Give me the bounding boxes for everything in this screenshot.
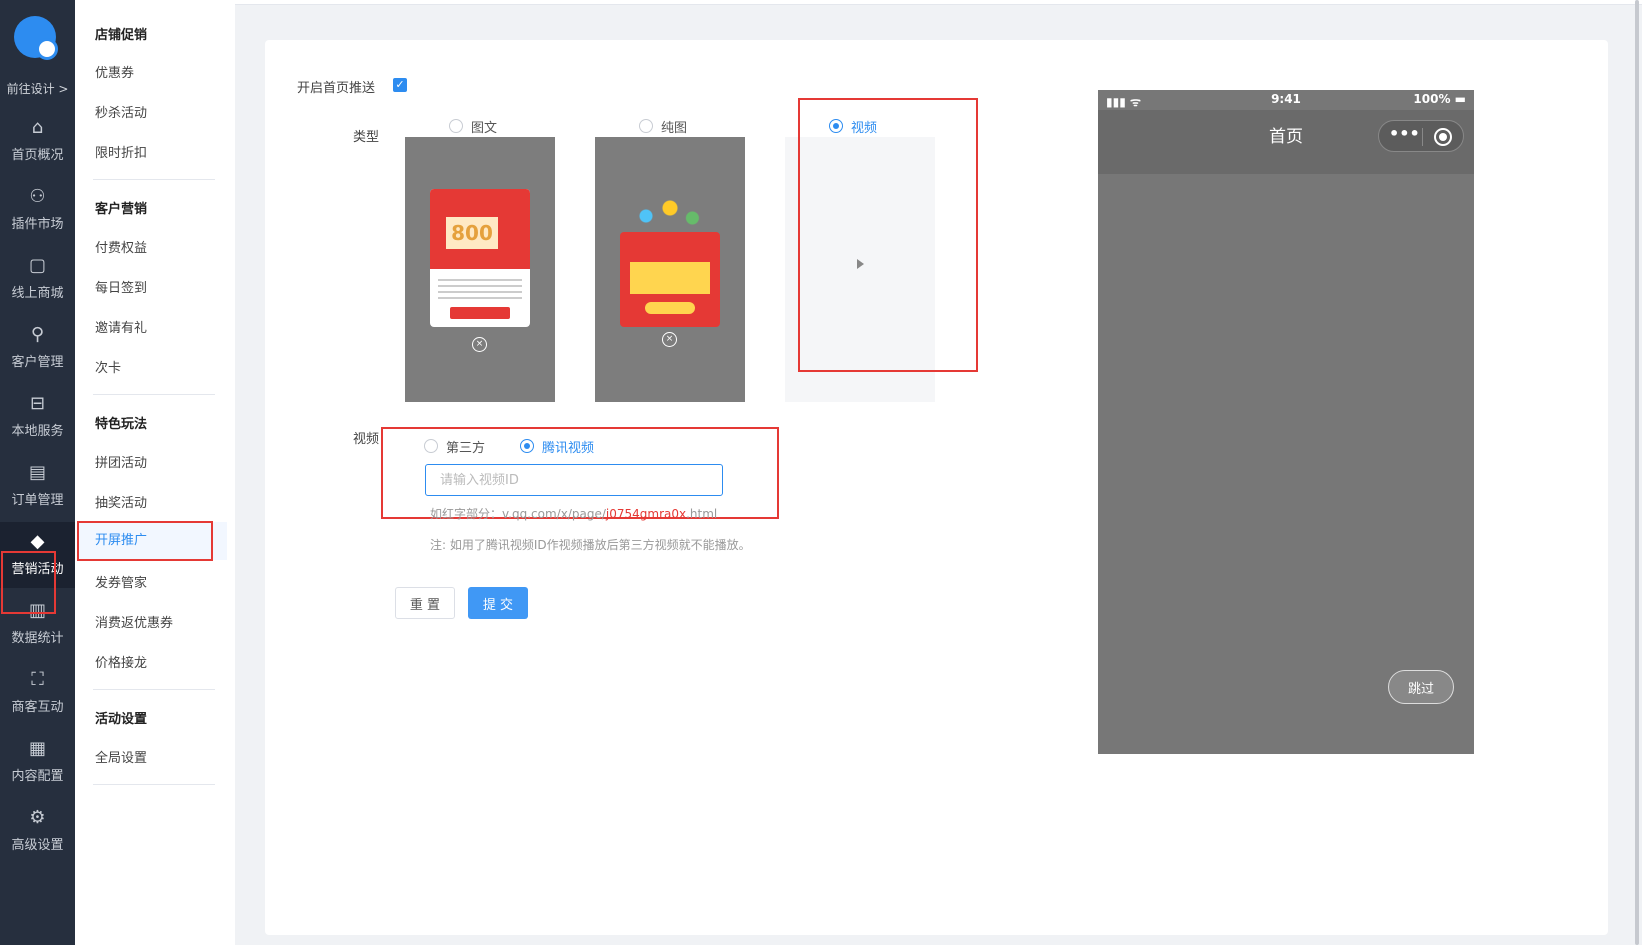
menu-divider bbox=[93, 689, 215, 690]
menu-item-invite-gift[interactable]: 邀请有礼 bbox=[95, 317, 147, 336]
video-url-hint: 如红字部分：v.qq.com/x/page/j0754gmra0x.html bbox=[430, 507, 718, 521]
design-link[interactable]: 前往设计 > bbox=[0, 80, 75, 97]
enable-push-label: 开启首页推送 bbox=[297, 81, 376, 96]
preview-image-text[interactable]: 800 × bbox=[405, 137, 555, 402]
document-icon: ▦ bbox=[28, 738, 46, 759]
menu-item-price-chain[interactable]: 价格接龙 bbox=[95, 652, 147, 671]
menu-divider bbox=[93, 784, 215, 785]
phone-preview: ▮▮▮ ᯤ 9:41 100% ▬ 首页 ••• 跳过 bbox=[1098, 90, 1474, 754]
home-icon: ⌂ bbox=[31, 117, 44, 138]
scan-icon: ⛶ bbox=[31, 669, 44, 690]
menu-item-paid-benefits[interactable]: 付费权益 bbox=[95, 237, 147, 256]
menu-item-group-buy[interactable]: 拼团活动 bbox=[95, 452, 147, 471]
close-circle-icon: × bbox=[472, 337, 487, 352]
store-icon: ⊟ bbox=[29, 393, 46, 414]
type-label: 类型 bbox=[353, 130, 380, 145]
confetti-graphic bbox=[630, 192, 710, 232]
nav-item-orders[interactable]: ▤ 订单管理 bbox=[0, 453, 75, 519]
nav-item-local-service[interactable]: ⊟ 本地服务 bbox=[0, 384, 75, 450]
sub-menu: 店铺促销 优惠券 秒杀活动 限时折扣 客户营销 付费权益 每日签到 邀请有礼 次… bbox=[75, 0, 235, 945]
phone-title-bar: 首页 ••• bbox=[1098, 110, 1474, 174]
menu-item-punch-card[interactable]: 次卡 bbox=[95, 357, 121, 376]
menu-item-coupon[interactable]: 优惠券 bbox=[95, 62, 134, 81]
menu-divider bbox=[93, 179, 215, 180]
preview-image-only[interactable]: × bbox=[595, 137, 745, 402]
page-scrollbar[interactable] bbox=[1635, 0, 1639, 945]
menu-divider bbox=[93, 394, 215, 395]
menu-item-flash-sale[interactable]: 秒杀活动 bbox=[95, 102, 147, 121]
nav-label: 本地服务 bbox=[11, 424, 64, 439]
nav-label: 数据统计 bbox=[11, 631, 64, 646]
menu-group-title: 店铺促销 bbox=[95, 28, 148, 43]
nav-item-interaction[interactable]: ⛶ 商客互动 bbox=[0, 660, 75, 726]
nav-item-content[interactable]: ▦ 内容配置 bbox=[0, 729, 75, 795]
menu-group-title: 特色玩法 bbox=[95, 417, 148, 432]
menu-item-lottery[interactable]: 抽奖活动 bbox=[95, 492, 147, 511]
nav-label: 高级设置 bbox=[11, 838, 64, 853]
type-option-label[interactable]: 纯图 bbox=[661, 117, 687, 136]
clipboard-icon: ▤ bbox=[28, 462, 46, 483]
menu-group-title: 活动设置 bbox=[95, 712, 148, 727]
coupon-banner-preview bbox=[620, 232, 720, 327]
nav-highlight-box bbox=[1, 551, 56, 614]
type-highlight-box bbox=[798, 98, 978, 372]
menu-group-title: 客户营销 bbox=[95, 202, 148, 217]
menu-item-coupon-manager[interactable]: 发券管家 bbox=[95, 572, 147, 591]
user-icon: ⚲ bbox=[30, 324, 45, 345]
video-label: 视频 bbox=[353, 432, 380, 447]
nav-item-home[interactable]: ⌂ 首页概况 bbox=[0, 108, 75, 174]
nav-item-advanced[interactable]: ⚙ 高级设置 bbox=[0, 798, 75, 864]
type-radio-image-only[interactable] bbox=[639, 119, 653, 133]
grid-icon: ⚇ bbox=[29, 186, 46, 207]
main-nav: 前往设计 > ⌂ 首页概况 ⚇ 插件市场 ▢ 线上商城 ⚲ 客户管理 ⊟ 本地服… bbox=[0, 0, 75, 945]
nav-item-mall[interactable]: ▢ 线上商城 bbox=[0, 246, 75, 312]
reset-button[interactable]: 重 置 bbox=[395, 587, 455, 619]
menu-highlight-box bbox=[77, 521, 213, 561]
bag-icon: ▢ bbox=[28, 255, 46, 276]
nav-label: 商客互动 bbox=[11, 700, 64, 715]
app-logo[interactable] bbox=[14, 16, 58, 60]
video-note: 注: 如用了腾讯视频ID作视频播放后第三方视频就不能播放。 bbox=[430, 538, 751, 552]
close-circle-icon: × bbox=[662, 332, 677, 347]
type-radio-image-text[interactable] bbox=[449, 119, 463, 133]
coupon-amount: 800 bbox=[446, 217, 498, 249]
enable-push-checkbox[interactable]: ✓ bbox=[393, 78, 407, 92]
nav-label: 插件市场 bbox=[11, 217, 64, 232]
phone-status-bar: ▮▮▮ ᯤ 9:41 100% ▬ bbox=[1098, 90, 1474, 110]
mini-program-capsule[interactable]: ••• bbox=[1378, 120, 1464, 152]
type-option-label[interactable]: 图文 bbox=[471, 117, 497, 136]
top-bar bbox=[235, 0, 1642, 5]
nav-item-customers[interactable]: ⚲ 客户管理 bbox=[0, 315, 75, 381]
menu-item-daily-checkin[interactable]: 每日签到 bbox=[95, 277, 147, 296]
more-icon[interactable]: ••• bbox=[1389, 124, 1420, 143]
menu-item-spend-rebate[interactable]: 消费返优惠券 bbox=[95, 612, 173, 631]
diamond-icon: ◆ bbox=[30, 531, 45, 552]
nav-item-plugins[interactable]: ⚇ 插件市场 bbox=[0, 177, 75, 243]
nav-label: 内容配置 bbox=[11, 769, 64, 784]
close-target-icon[interactable] bbox=[1434, 128, 1452, 146]
menu-item-global-settings[interactable]: 全局设置 bbox=[95, 747, 147, 766]
nav-label: 首页概况 bbox=[11, 148, 64, 163]
menu-item-limited-discount[interactable]: 限时折扣 bbox=[95, 142, 147, 161]
nav-label: 线上商城 bbox=[11, 286, 64, 301]
nav-label: 客户管理 bbox=[11, 355, 64, 370]
coupon-card-preview: 800 bbox=[430, 189, 530, 327]
skip-button[interactable]: 跳过 bbox=[1388, 670, 1454, 704]
battery-icon: 100% ▬ bbox=[1413, 92, 1466, 106]
submit-button[interactable]: 提 交 bbox=[468, 587, 528, 619]
gear-icon: ⚙ bbox=[29, 807, 46, 828]
nav-label: 订单管理 bbox=[11, 493, 64, 508]
